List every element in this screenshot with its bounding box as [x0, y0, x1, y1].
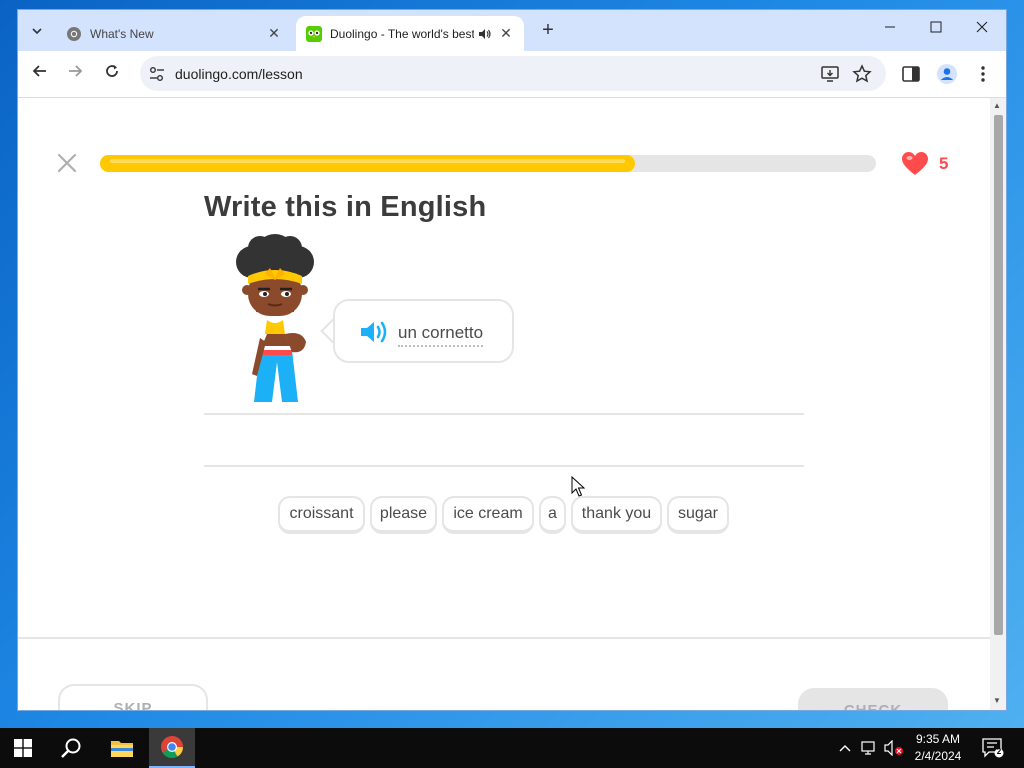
taskbar-clock[interactable]: 9:35 AM 2/4/2024 [902, 731, 974, 765]
word-chip[interactable]: a [539, 496, 566, 534]
chrome-icon [161, 736, 183, 758]
side-panel-icon[interactable] [900, 63, 922, 85]
progress-fill [100, 155, 636, 172]
word-chip[interactable]: ice cream [442, 496, 534, 534]
new-tab-button[interactable]: + [538, 20, 558, 41]
reload-button[interactable] [101, 63, 123, 85]
tab-strip: What's New ✕ Duolingo - The world's best… [18, 10, 1006, 51]
url-text: duolingo.com/lesson [175, 66, 303, 82]
more-menu-icon[interactable] [972, 63, 994, 85]
tab-search-button[interactable] [24, 20, 50, 42]
prompt-phrase[interactable]: un cornetto [398, 323, 484, 347]
word-chip[interactable]: please [370, 496, 437, 534]
taskbar-search-button[interactable] [48, 728, 94, 768]
word-chip[interactable]: thank you [571, 496, 662, 534]
windows-logo-icon [14, 739, 32, 757]
check-button[interactable]: CHECK [798, 688, 948, 710]
audio-playing-icon[interactable] [478, 27, 492, 41]
close-tab-icon[interactable]: ✕ [266, 25, 282, 42]
mouse-cursor [571, 476, 585, 497]
taskbar-chrome[interactable] [149, 728, 195, 768]
character-illustration [236, 234, 314, 402]
arrow-right-icon [69, 65, 83, 77]
volume-muted-icon[interactable] [884, 740, 904, 756]
browser-toolbar: duolingo.com/lesson [18, 51, 1006, 97]
exercise-heading: Write this in English [204, 191, 487, 223]
lesson-page: 5 Write this in English un cornetto croi… [18, 98, 990, 710]
site-settings-icon[interactable] [148, 65, 166, 83]
network-icon[interactable] [860, 740, 878, 756]
folder-icon [111, 741, 133, 757]
scroll-down-icon[interactable]: ▼ [993, 696, 1001, 705]
tab-title: Duolingo - The world's best [330, 26, 474, 41]
bookmark-star-icon[interactable] [852, 64, 872, 84]
arrow-left-icon [32, 65, 46, 77]
word-chip[interactable]: croissant [278, 496, 365, 534]
address-bar[interactable]: duolingo.com/lesson [140, 56, 886, 91]
close-tab-icon[interactable]: ✕ [498, 25, 514, 42]
duolingo-icon [306, 25, 322, 42]
speaker-icon[interactable] [359, 320, 389, 344]
tab-title: What's New [90, 26, 154, 41]
minimize-icon [885, 26, 895, 28]
skip-button[interactable]: SKIP [58, 684, 208, 710]
notification-center-button[interactable]: 2 [982, 738, 1004, 758]
word-bank: croissant please ice cream a thank you s… [18, 496, 990, 536]
speech-bubble: un cornetto [333, 299, 514, 363]
forward-button[interactable] [64, 63, 86, 85]
heart-icon [902, 152, 928, 175]
maximize-button[interactable] [916, 20, 956, 40]
answer-line [204, 413, 804, 415]
answer-line [204, 465, 804, 467]
clock-date: 2/4/2024 [914, 749, 962, 763]
chevron-up-icon[interactable] [838, 741, 852, 755]
word-chip[interactable]: sugar [667, 496, 729, 534]
close-lesson-icon[interactable] [56, 152, 78, 174]
chrome-icon [67, 26, 81, 41]
close-icon [976, 21, 988, 33]
taskbar-file-explorer[interactable] [99, 728, 145, 768]
chevron-down-icon [32, 28, 42, 35]
notification-count: 2 [996, 747, 1002, 756]
start-button[interactable] [0, 728, 46, 768]
scroll-up-icon[interactable]: ▲ [993, 101, 1001, 110]
minimize-button[interactable] [870, 20, 910, 40]
footer-divider [18, 637, 990, 639]
install-app-icon[interactable] [820, 64, 840, 84]
clock-time: 9:35 AM [915, 732, 961, 746]
browser-window: What's New ✕ Duolingo - The world's best… [18, 10, 1006, 710]
scroll-thumb[interactable] [994, 115, 1003, 635]
system-tray [838, 728, 904, 768]
taskbar: 9:35 AM 2/4/2024 2 [0, 728, 1024, 768]
reload-icon [106, 65, 118, 77]
tab-duolingo[interactable]: Duolingo - The world's best ✕ [296, 16, 524, 51]
lesson-progress-bar [100, 155, 876, 172]
back-button[interactable] [29, 63, 51, 85]
page-scrollbar[interactable]: ▲ ▼ [990, 98, 1006, 710]
search-icon [61, 738, 81, 758]
hearts-count: 5 [939, 154, 949, 173]
profile-avatar-icon[interactable] [936, 63, 958, 85]
tab-whats-new[interactable]: What's New ✕ [56, 16, 292, 51]
close-window-button[interactable] [962, 20, 1002, 40]
maximize-icon [930, 21, 942, 33]
